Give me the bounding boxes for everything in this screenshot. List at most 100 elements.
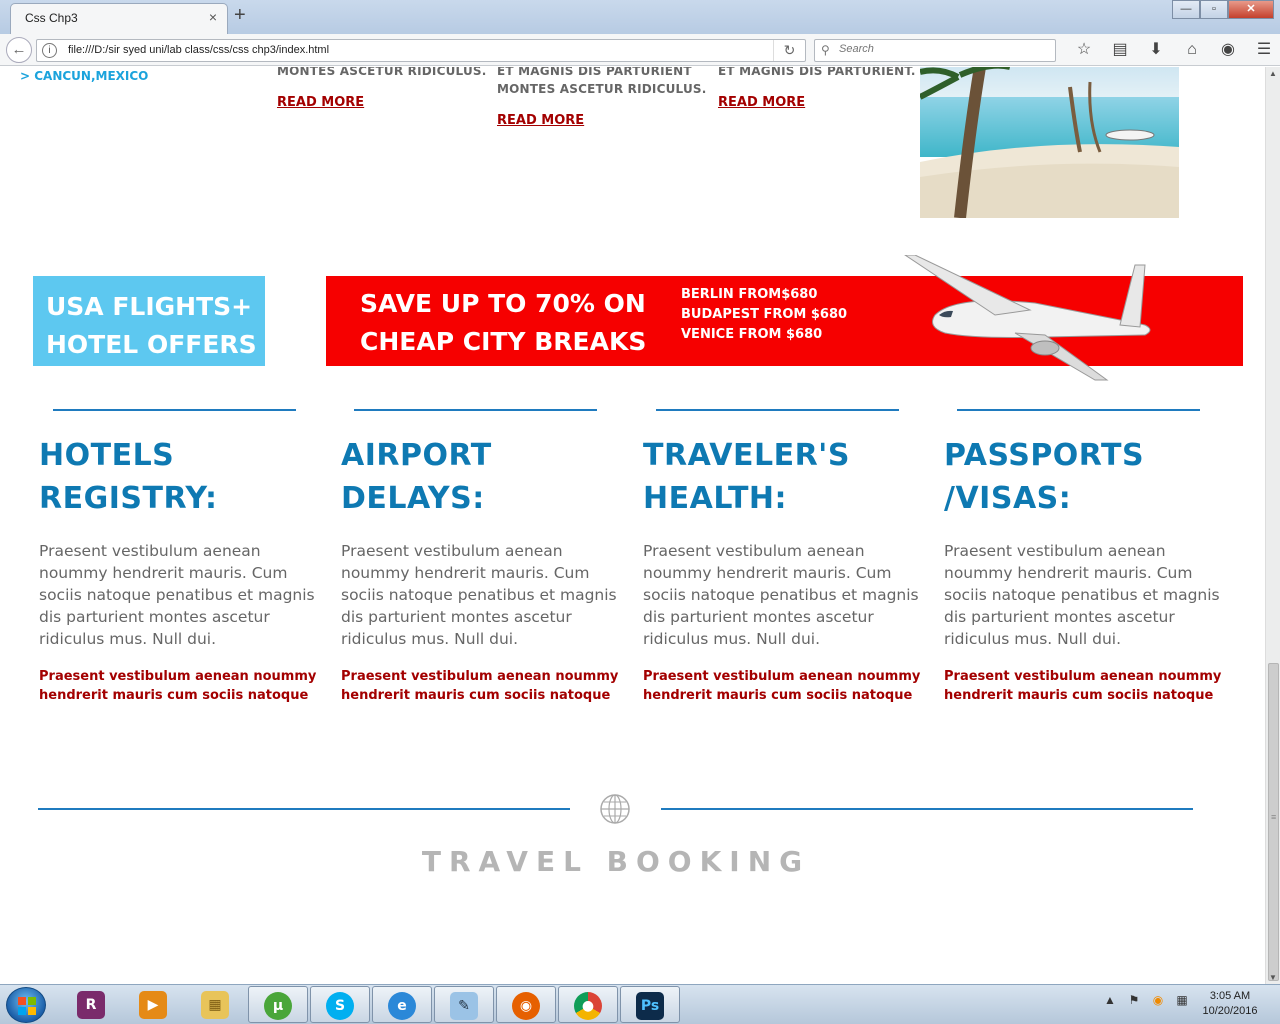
globe-icon	[599, 793, 631, 825]
info-heading-line: DELAYS:	[341, 481, 485, 516]
notepad-icon[interactable]: ✎	[434, 986, 494, 1023]
info-link[interactable]: Praesent vestibulum aenean noummy hendre…	[39, 667, 329, 705]
site-info-icon[interactable]: i	[42, 43, 57, 58]
reload-icon[interactable]: ↻	[773, 40, 805, 61]
close-window-button[interactable]: ✕	[1228, 0, 1274, 19]
scroll-down-arrow-icon[interactable]: ▼	[1269, 973, 1277, 982]
url-text[interactable]: file:///D:/sir syed uni/lab class/css/cs…	[68, 44, 329, 56]
section-divider	[53, 409, 296, 411]
clock-date: 10/20/2016	[1202, 1005, 1258, 1017]
info-heading-line: REGISTRY:	[39, 481, 218, 516]
read-more-link-1[interactable]: READ MORE	[277, 95, 364, 110]
media-player-icon[interactable]: ▶	[124, 986, 184, 1023]
usa-banner-line: USA FLIGHTS+	[46, 292, 253, 321]
info-heading-line: HEALTH:	[643, 481, 788, 516]
usa-banner-line: HOTEL OFFERS	[46, 330, 257, 359]
city-price: VENICE FROM $680	[681, 327, 823, 342]
reading-list-icon[interactable]: ▤	[1102, 40, 1138, 60]
info-body-text: Praesent vestibulum aenean noummy hendre…	[39, 542, 315, 648]
column-1-text: MONTES ASCETUR RIDICULUS.	[277, 67, 487, 80]
utorrent-icon[interactable]: µ	[248, 986, 308, 1023]
internet-explorer-icon[interactable]: e	[372, 986, 432, 1023]
window-controls: — ▫ ✕	[1172, 0, 1274, 20]
explorer-icon[interactable]: ▦	[186, 986, 246, 1023]
city-price: BUDAPEST FROM $680	[681, 307, 848, 322]
airplane-image	[895, 254, 1180, 381]
toolbar-icons: ☆ ▤ ⬇ ⌂ ◉ ☰	[1066, 40, 1280, 60]
windows-logo-icon	[18, 997, 36, 1015]
info-link[interactable]: Praesent vestibulum aenean noummy hendre…	[341, 667, 631, 705]
info-body-text: Praesent vestibulum aenean noummy hendre…	[944, 542, 1220, 648]
winrar-icon[interactable]: R	[62, 986, 122, 1023]
download-icon[interactable]: ⬇	[1138, 40, 1174, 60]
scrollbar-thumb[interactable]: ≡	[1268, 663, 1279, 981]
skype-icon[interactable]: S	[310, 986, 370, 1023]
clock-time: 3:05 AM	[1209, 990, 1251, 1002]
tab-close-icon[interactable]: ×	[209, 9, 217, 25]
search-bar[interactable]: ⚲	[814, 39, 1056, 62]
info-heading-health: TRAVELER'S HEALTH:	[643, 434, 850, 520]
action-center-flag-icon[interactable]: ⚑	[1122, 993, 1146, 1007]
read-more-link-3[interactable]: READ MORE	[718, 95, 805, 110]
info-heading-line: /VISAS:	[944, 481, 1072, 516]
taskbar-apps: R ▶ ▦ µ S e ✎ ◉ ● Ps	[62, 986, 682, 1023]
info-heading-line: PASSPORTS	[944, 438, 1145, 473]
grip-icon: ≡	[1271, 812, 1277, 822]
chrome-icon[interactable]: ●	[558, 986, 618, 1023]
save-banner-line: CHEAP CITY BREAKS	[360, 327, 647, 356]
system-tray: ▲ ⚑ ◉ ▦	[1098, 993, 1194, 1007]
home-icon[interactable]: ⌂	[1174, 40, 1210, 60]
system-clock[interactable]: 3:05 AM 10/20/2016	[1190, 989, 1270, 1019]
footer-divider-right	[661, 808, 1193, 810]
back-button[interactable]: ←	[6, 37, 32, 63]
info-link[interactable]: Praesent vestibulum aenean noummy hendre…	[944, 667, 1234, 705]
column-2-text: ET MAGNIS DIS PARTURIENT MONTES ASCETUR …	[497, 67, 707, 98]
search-input[interactable]	[839, 43, 1039, 55]
photoshop-icon[interactable]: Ps	[620, 986, 680, 1023]
info-body-text: Praesent vestibulum aenean noummy hendre…	[643, 542, 919, 648]
column-3-text: ET MAGNIS DIS PARTURIENT.	[718, 67, 916, 80]
maximize-button[interactable]: ▫	[1200, 0, 1228, 19]
pocket-icon[interactable]: ◉	[1210, 40, 1246, 60]
info-link[interactable]: Praesent vestibulum aenean noummy hendre…	[643, 667, 933, 705]
search-icon: ⚲	[821, 43, 830, 57]
city-price: BERLIN FROM$680	[681, 287, 818, 302]
column-1-line: MONTES ASCETUR RIDICULUS.	[277, 67, 487, 78]
start-button[interactable]	[6, 987, 46, 1023]
tab-title: Css Chp3	[25, 11, 78, 25]
section-divider	[354, 409, 597, 411]
info-heading-passports: PASSPORTS /VISAS:	[944, 434, 1144, 520]
column-2-line: MONTES ASCETUR RIDICULUS.	[497, 82, 707, 96]
windows-taskbar: R ▶ ▦ µ S e ✎ ◉ ● Ps ▲ ⚑ ◉ ▦ 3:05 AM 10/…	[0, 984, 1280, 1024]
bookmark-star-icon[interactable]: ☆	[1066, 40, 1102, 60]
tab-active[interactable]: Css Chp3 ×	[10, 3, 228, 34]
info-heading-hotels: HOTELS REGISTRY:	[39, 434, 218, 520]
minimize-button[interactable]: —	[1172, 0, 1200, 19]
beach-image	[920, 67, 1179, 218]
info-heading-airport: AIRPORT DELAYS:	[341, 434, 492, 520]
menu-icon[interactable]: ☰	[1246, 40, 1280, 60]
info-heading-line: TRAVELER'S	[643, 438, 850, 473]
info-heading-line: HOTELS	[39, 438, 175, 473]
tray-expand-icon[interactable]: ▲	[1098, 993, 1122, 1007]
section-divider	[656, 409, 899, 411]
scroll-up-arrow-icon[interactable]: ▲	[1269, 69, 1277, 78]
browser-navbar: ← i file:///D:/sir syed uni/lab class/cs…	[0, 34, 1280, 66]
read-more-link-2[interactable]: READ MORE	[497, 113, 584, 128]
url-bar[interactable]: i file:///D:/sir syed uni/lab class/css/…	[36, 39, 806, 62]
browser-titlebar: Css Chp3 × + — ▫ ✕	[0, 0, 1280, 34]
page-scrollbar[interactable]: ▲ ≡ ▼	[1265, 67, 1280, 984]
info-body-text: Praesent vestibulum aenean noummy hendre…	[341, 542, 617, 648]
footer-divider-left	[38, 808, 570, 810]
new-tab-button[interactable]: +	[234, 4, 246, 27]
avast-icon[interactable]: ◉	[1146, 993, 1170, 1007]
location-link[interactable]: > CANCUN,MEXICO	[20, 69, 148, 83]
column-2-line: ET MAGNIS DIS PARTURIENT	[497, 67, 692, 78]
firefox-icon[interactable]: ◉	[496, 986, 556, 1023]
info-heading-line: AIRPORT	[341, 438, 492, 473]
column-3-line: ET MAGNIS DIS PARTURIENT.	[718, 67, 916, 78]
usa-flights-banner[interactable]: USA FLIGHTS+ HOTEL OFFERS	[33, 276, 265, 366]
page-content: > CANCUN,MEXICO MONTES ASCETUR RIDICULUS…	[0, 67, 1265, 984]
save-banner-line: SAVE UP TO 70% ON	[360, 289, 646, 318]
footer-title: TRAVEL BOOKING	[421, 845, 811, 878]
